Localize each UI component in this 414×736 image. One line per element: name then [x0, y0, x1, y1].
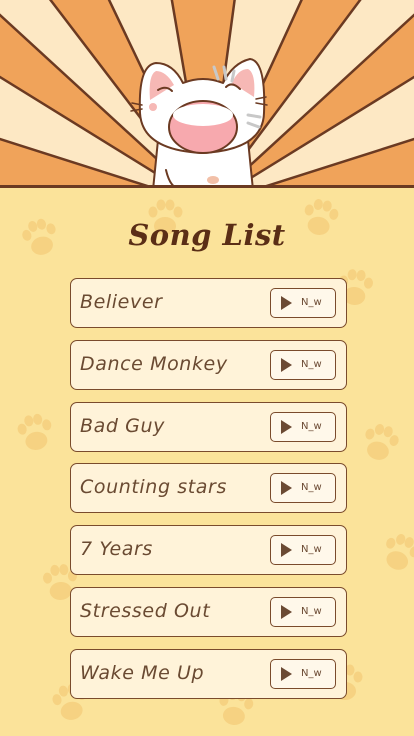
- song-title: Stressed Out: [80, 599, 211, 622]
- play-icon: [281, 604, 292, 619]
- play-now-button[interactable]: N_w: [270, 596, 336, 627]
- song-title: Dance Monkey: [80, 352, 228, 375]
- song-item-7-years[interactable]: 7 Years N_w: [70, 525, 347, 576]
- play-now-button[interactable]: N_w: [270, 535, 336, 566]
- play-now-label: N_w: [301, 605, 322, 617]
- play-now-button[interactable]: N_w: [270, 349, 336, 380]
- song-item-dance-monkey[interactable]: Dance Monkey N_w: [70, 339, 347, 390]
- play-now-label: N_w: [301, 297, 322, 308]
- song-item-stressed-out[interactable]: Stressed Out N_w: [70, 586, 347, 637]
- paw-print-icon: [378, 529, 414, 575]
- song-item-bad-guy[interactable]: Bad Guy N_w: [70, 401, 347, 452]
- play-now-label: N_w: [301, 667, 322, 679]
- play-icon: [281, 419, 292, 434]
- song-item-counting-stars[interactable]: Counting stars N_w: [70, 463, 347, 514]
- play-icon: [281, 296, 292, 310]
- play-now-button[interactable]: N_w: [270, 658, 336, 689]
- paw-print-icon: [359, 420, 402, 464]
- play-now-button[interactable]: N_w: [270, 288, 336, 318]
- singing-cat-icon: [130, 58, 268, 185]
- song-list: Believer N_w Dance Monkey N_w Bad Guy N_…: [70, 278, 347, 711]
- song-title: Bad Guy: [80, 414, 165, 437]
- play-now-label: N_w: [301, 482, 322, 494]
- play-icon: [281, 543, 292, 558]
- play-now-button[interactable]: N_w: [270, 473, 336, 504]
- play-now-button[interactable]: N_w: [270, 411, 336, 442]
- page-title: Song List: [128, 218, 286, 252]
- song-item-believer[interactable]: Believer N_w: [70, 278, 347, 328]
- song-title: Wake Me Up: [80, 661, 205, 684]
- song-item-wake-me-up[interactable]: Wake Me Up N_w: [70, 648, 347, 699]
- play-icon: [281, 666, 292, 681]
- play-now-label: N_w: [301, 420, 322, 432]
- play-now-label: N_w: [301, 544, 322, 556]
- song-title: Counting stars: [80, 476, 227, 499]
- song-title: 7 Years: [80, 538, 153, 561]
- song-title: Believer: [80, 291, 163, 313]
- play-icon: [281, 357, 292, 372]
- play-icon: [281, 481, 292, 496]
- play-now-label: N_w: [301, 358, 322, 370]
- header-banner: [0, 0, 414, 188]
- paw-print-icon: [15, 411, 56, 453]
